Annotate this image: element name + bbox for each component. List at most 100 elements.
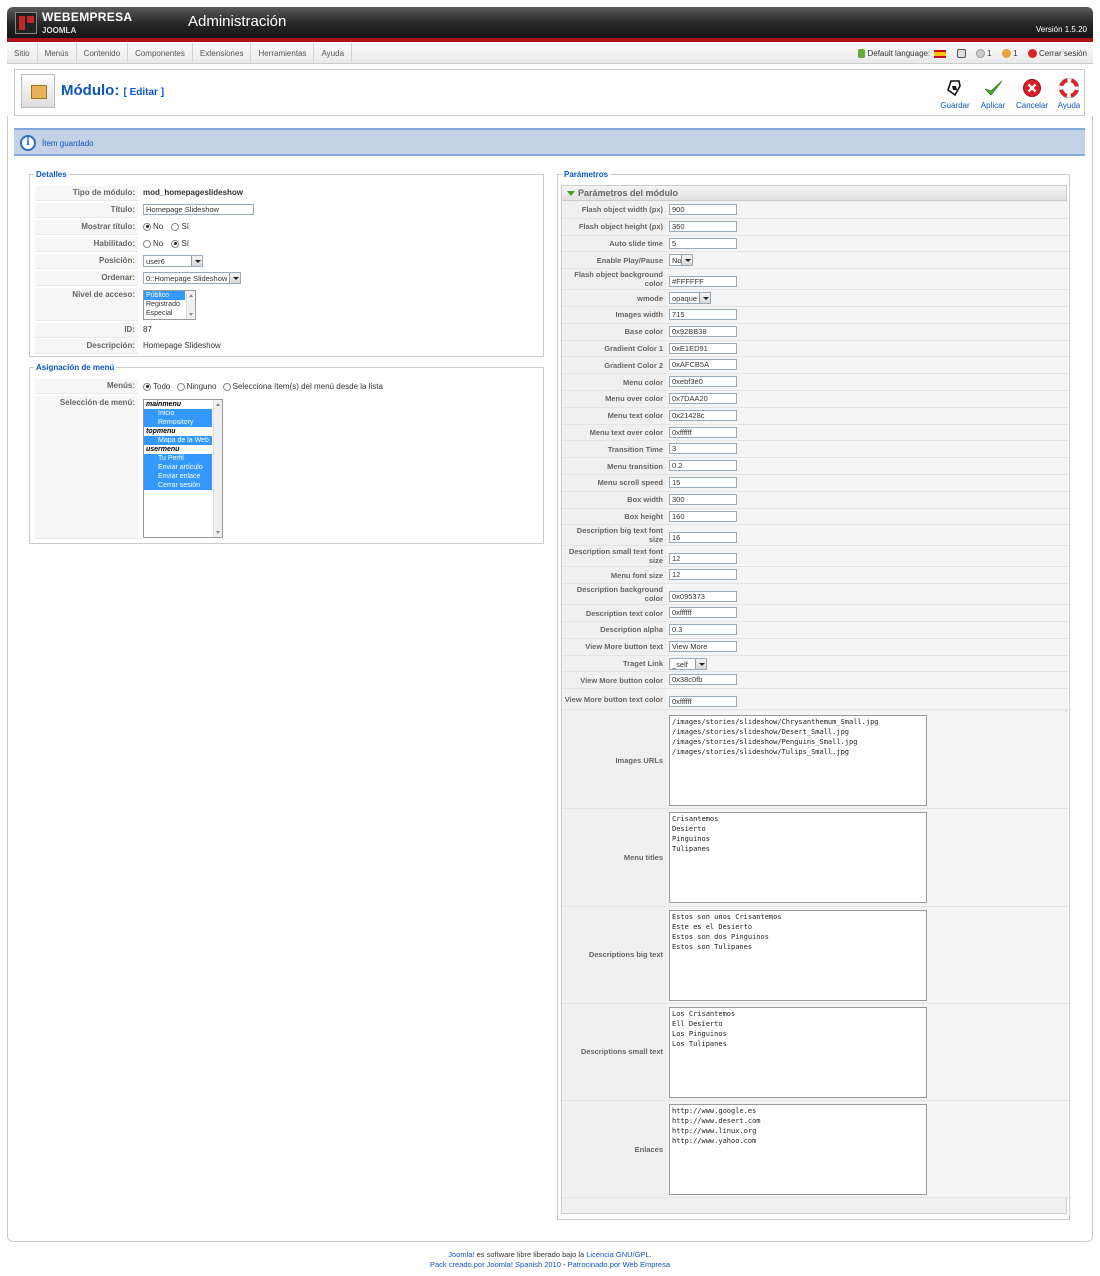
menu-herramientas[interactable]: Herramientas (251, 43, 315, 64)
logout-icon[interactable] (1027, 49, 1037, 59)
param-select[interactable]: No (669, 254, 693, 267)
param-select[interactable]: opaque (669, 292, 711, 305)
menu-option[interactable]: Enviar enlace (144, 472, 212, 481)
param-value-cell: 0x92BB38 (667, 323, 1068, 340)
menu-extensiones[interactable]: Extensiones (193, 43, 252, 64)
access-option[interactable]: Público (144, 291, 185, 300)
param-input[interactable]: 0x38c0fb (669, 674, 737, 686)
messages-count[interactable]: 1 (987, 43, 991, 64)
images-urls-textarea[interactable]: /images/stories/slideshow/Chrysanthemum_… (669, 715, 927, 807)
title-input[interactable]: Homepage Slideshow (143, 204, 254, 215)
show-title-label: Mostrar título: (35, 220, 138, 235)
access-scrollbar[interactable] (186, 291, 195, 319)
param-input[interactable]: 0xebf3e0 (669, 376, 737, 388)
descriptions-small-textarea[interactable]: Los Crisantemos Ell Desierto Los Pinguin… (669, 1006, 927, 1098)
order-value: 0::Homepage Slideshow (146, 274, 228, 283)
spain-flag-icon[interactable] (934, 49, 947, 58)
param-select[interactable]: _self (669, 657, 707, 670)
param-input[interactable]: 360 (669, 220, 737, 232)
menu-option[interactable]: Inicio (144, 409, 212, 418)
menu-selection-listbox[interactable]: mainmenu Inicio Remository topmenu Mapa … (143, 399, 223, 538)
enabled-yes-radio[interactable] (171, 239, 180, 248)
menu-titles-textarea[interactable]: Crisantemos Desierto Pinguinos Tulipanes (669, 812, 927, 904)
enabled-yes-label: Sí (181, 239, 190, 248)
menus-select-radio[interactable] (222, 382, 231, 391)
param-input[interactable]: 715 (669, 309, 737, 320)
users-count[interactable]: 1 (1013, 43, 1017, 64)
menus-all-radio[interactable] (143, 382, 151, 391)
param-input[interactable]: 0x7DAA20 (669, 393, 737, 404)
param-input[interactable]: 160 (669, 510, 737, 522)
param-input[interactable]: 16 (669, 532, 737, 544)
page-subtitle: [ Editar ] (123, 87, 165, 98)
menu-option[interactable]: Remository (144, 418, 212, 427)
param-input[interactable]: 5 (669, 237, 737, 249)
param-row: Gradient Color 2 0xAFCB5A (562, 357, 1068, 375)
param-input[interactable]: 0x095373 (669, 591, 737, 603)
param-input[interactable]: 0x21428c (669, 409, 737, 421)
apply-button[interactable]: Aplicar (973, 78, 1013, 114)
param-input[interactable]: 0.3 (669, 624, 737, 635)
param-input[interactable]: 12 (669, 553, 737, 565)
menu-menus[interactable]: Menús (38, 43, 77, 64)
order-select[interactable]: 0::Homepage Slideshow (143, 272, 241, 284)
param-input[interactable]: View More (669, 640, 737, 652)
users-icon[interactable] (1001, 49, 1011, 59)
param-row: Transition Time 3 (562, 441, 1068, 459)
param-label: Transition Time (607, 444, 663, 454)
param-label: Gradient Color 2 (604, 360, 663, 370)
param-input[interactable]: 300 (669, 493, 737, 505)
param-input[interactable]: 0x92BB38 (669, 325, 737, 337)
menu-componentes[interactable]: Componentes (128, 43, 193, 64)
module-parameters-toggle[interactable]: Parámetros del módulo (562, 186, 1066, 201)
param-input[interactable]: 900 (669, 204, 737, 215)
sponsor-link[interactable]: Patrocinado por Web Empresa (568, 1260, 670, 1269)
param-input[interactable]: 0xAFCB5A (669, 359, 737, 371)
param-label: Enable Play/Pause (596, 255, 663, 265)
chevron-down-icon (229, 273, 240, 283)
menu-contenido[interactable]: Contenido (77, 43, 129, 64)
menus-none-radio[interactable] (176, 382, 185, 391)
pack-link[interactable]: Pack creado por Joomla! Spanish 2010 (430, 1260, 561, 1269)
footer-separator: - (560, 1260, 568, 1269)
param-label: Box height (624, 511, 663, 521)
position-select[interactable]: user6 (143, 255, 203, 267)
footer-text: es software libre liberado bajo la (474, 1250, 587, 1259)
param-input[interactable]: 3 (669, 443, 737, 455)
menu-option[interactable]: Cerrar sesión (144, 481, 212, 490)
menu-ayuda[interactable]: Ayuda (314, 43, 353, 64)
license-link[interactable]: Licencia GNU/GPL (586, 1250, 649, 1259)
show-title-no-radio[interactable] (143, 222, 151, 231)
language-icon (858, 49, 866, 59)
page-title: Módulo: [ Editar ] (61, 82, 164, 99)
param-input[interactable]: 0xffffff (669, 607, 737, 619)
menu-selection-scrollbar[interactable] (213, 400, 222, 537)
menu-option[interactable]: Mapa de la Web (144, 436, 212, 445)
links-textarea[interactable]: http://www.google.es http://www.desert.c… (669, 1104, 927, 1195)
param-input[interactable]: 0.2 (669, 460, 737, 472)
show-title-yes-radio[interactable] (171, 222, 180, 231)
cancel-button[interactable]: Cancelar (1012, 78, 1052, 114)
param-input[interactable]: 0xffffff (669, 426, 737, 438)
enabled-no-radio[interactable] (143, 239, 151, 248)
param-label: View More button text (585, 642, 663, 652)
access-listbox[interactable]: Público Registrado Especial (143, 290, 196, 320)
help-button[interactable]: Ayuda (1049, 78, 1089, 114)
logout-link[interactable]: Cerrar sesión (1039, 43, 1087, 64)
preview-icon[interactable] (956, 49, 966, 59)
menu-option[interactable]: Enviar artículo (144, 463, 212, 472)
joomla-link[interactable]: Joomla! (448, 1250, 474, 1259)
save-button[interactable]: Guardar (935, 78, 975, 114)
menu-sitio[interactable]: Sitio (7, 43, 38, 64)
param-input[interactable]: 12 (669, 569, 737, 581)
param-input[interactable]: 0xffffff (669, 696, 737, 708)
param-input[interactable]: 0xE1ED91 (669, 342, 737, 354)
param-label: Traget Link (622, 658, 663, 668)
menu-option[interactable]: Tu Perfil (144, 454, 212, 463)
param-input[interactable]: 15 (669, 477, 737, 488)
param-value-cell: 16 (667, 525, 1068, 546)
param-input[interactable]: #FFFFFF (669, 276, 737, 288)
descriptions-big-textarea[interactable]: Estos son unos Crisantemos Este es el De… (669, 909, 927, 1001)
messages-icon[interactable] (975, 49, 985, 59)
info-icon: i (20, 135, 36, 151)
